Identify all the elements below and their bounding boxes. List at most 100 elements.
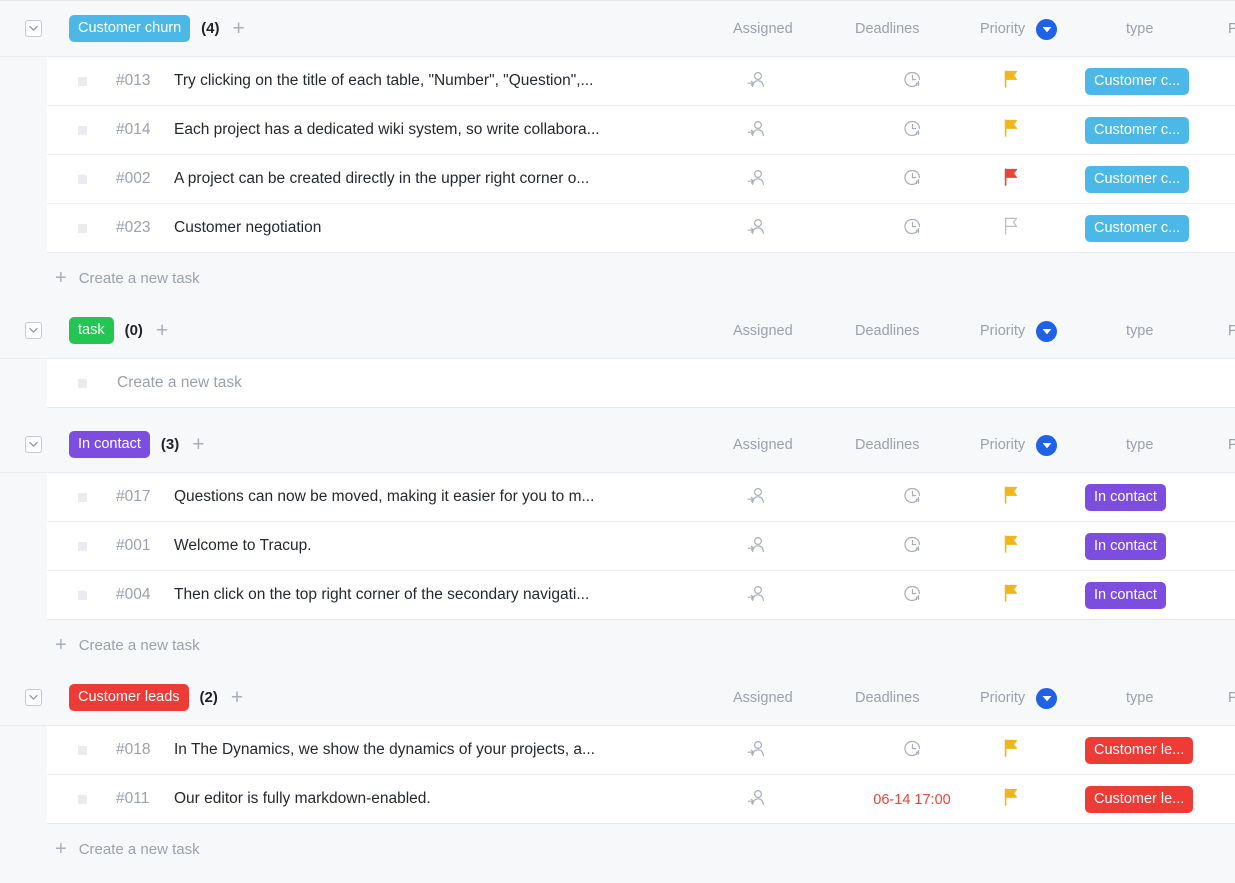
task-priority-cell[interactable]: [1002, 57, 1020, 106]
column-header-assigned[interactable]: Assigned: [733, 417, 793, 473]
priority-flag-icon[interactable]: [1002, 534, 1020, 559]
task-priority-cell[interactable]: [1002, 473, 1020, 522]
table-row[interactable]: #018 In The Dynamics, we show the dynamic…: [47, 726, 1235, 775]
task-priority-cell[interactable]: [1002, 571, 1020, 620]
task-title[interactable]: In The Dynamics, we show the dynamics of…: [174, 741, 595, 759]
assign-user-icon[interactable]: [747, 535, 766, 559]
clock-icon[interactable]: [903, 119, 922, 143]
task-deadline-cell[interactable]: [847, 106, 977, 155]
column-header-partial[interactable]: Pa: [1228, 1, 1235, 57]
task-deadline-cell[interactable]: [847, 473, 977, 522]
task-select-checkbox[interactable]: [78, 541, 87, 551]
task-assigned-cell[interactable]: [747, 726, 766, 775]
task-title[interactable]: Customer negotiation: [174, 219, 321, 237]
task-select-checkbox[interactable]: [78, 492, 87, 502]
task-type-cell[interactable]: Customer c...: [1085, 106, 1190, 155]
task-deadline-text[interactable]: 06-14 17:00: [873, 792, 950, 808]
sort-descending-icon[interactable]: [1036, 687, 1058, 709]
task-type-badge[interactable]: Customer c...: [1085, 165, 1190, 194]
task-title[interactable]: Questions can now be moved, making it ea…: [174, 488, 594, 506]
task-deadline-cell[interactable]: [847, 155, 977, 204]
task-assigned-cell[interactable]: [747, 571, 766, 620]
assign-user-icon[interactable]: [747, 739, 766, 763]
table-row[interactable]: #023 Customer negotiation Customer c...: [47, 204, 1235, 253]
create-new-task-button[interactable]: + Create a new task: [0, 253, 1235, 303]
priority-flag-icon[interactable]: [1002, 583, 1020, 608]
task-type-cell[interactable]: In contact: [1085, 473, 1166, 522]
column-header-priority[interactable]: Priority: [980, 670, 1058, 726]
task-select-checkbox[interactable]: [78, 794, 87, 804]
group-collapse-toggle[interactable]: [25, 436, 42, 453]
task-title[interactable]: Welcome to Tracup.: [174, 537, 312, 555]
task-priority-cell[interactable]: [1002, 522, 1020, 571]
task-type-badge[interactable]: In contact: [1085, 532, 1166, 561]
column-header-deadlines[interactable]: Deadlines: [855, 417, 920, 473]
priority-flag-icon[interactable]: [1002, 787, 1020, 812]
task-deadline-cell[interactable]: [847, 204, 977, 253]
task-deadline-cell[interactable]: [847, 522, 977, 571]
group-add-task-button[interactable]: +: [192, 434, 204, 455]
sort-descending-icon[interactable]: [1036, 434, 1058, 456]
priority-flag-icon[interactable]: [1002, 738, 1020, 763]
table-row[interactable]: #017 Questions can now be moved, making i…: [47, 473, 1235, 522]
assign-user-icon[interactable]: [747, 788, 766, 812]
task-type-badge[interactable]: In contact: [1085, 581, 1166, 610]
group-collapse-toggle[interactable]: [25, 20, 42, 37]
task-assigned-cell[interactable]: [747, 473, 766, 522]
clock-icon[interactable]: [903, 739, 922, 763]
task-type-cell[interactable]: In contact: [1085, 571, 1166, 620]
clock-icon[interactable]: [903, 535, 922, 559]
task-assigned-cell[interactable]: [747, 204, 766, 253]
group-name-badge[interactable]: Customer leads: [69, 683, 189, 712]
task-type-badge[interactable]: Customer le...: [1085, 785, 1194, 814]
clock-icon[interactable]: [903, 217, 922, 241]
group-name-badge[interactable]: In contact: [69, 430, 150, 459]
task-assigned-cell[interactable]: [747, 775, 766, 824]
task-title[interactable]: A project can be created directly in the…: [174, 170, 589, 188]
task-title[interactable]: Try clicking on the title of each table,…: [174, 72, 593, 90]
task-type-badge[interactable]: Customer c...: [1085, 67, 1190, 96]
priority-flag-icon[interactable]: [1002, 216, 1020, 241]
create-new-task-button[interactable]: + Create a new task: [0, 620, 1235, 670]
table-row[interactable]: #004 Then click on the top right corner o…: [47, 571, 1235, 620]
clock-icon[interactable]: [903, 584, 922, 608]
column-header-priority[interactable]: Priority: [980, 417, 1058, 473]
create-new-task-button[interactable]: + Create a new task: [0, 824, 1235, 874]
empty-create-task-row[interactable]: Create a new task: [47, 359, 1235, 408]
column-header-type[interactable]: type: [1126, 1, 1153, 57]
column-header-deadlines[interactable]: Deadlines: [855, 303, 920, 359]
clock-icon[interactable]: [903, 486, 922, 510]
task-select-checkbox[interactable]: [78, 223, 87, 233]
group-collapse-toggle[interactable]: [25, 689, 42, 706]
task-type-cell[interactable]: Customer c...: [1085, 204, 1190, 253]
task-priority-cell[interactable]: [1002, 726, 1020, 775]
task-type-badge[interactable]: Customer c...: [1085, 214, 1190, 243]
task-assigned-cell[interactable]: [747, 522, 766, 571]
column-header-deadlines[interactable]: Deadlines: [855, 670, 920, 726]
task-type-badge[interactable]: In contact: [1085, 483, 1166, 512]
priority-flag-icon[interactable]: [1002, 69, 1020, 94]
task-priority-cell[interactable]: [1002, 106, 1020, 155]
task-select-checkbox[interactable]: [78, 590, 87, 600]
task-title[interactable]: Then click on the top right corner of th…: [174, 586, 589, 604]
column-header-assigned[interactable]: Assigned: [733, 1, 793, 57]
task-priority-cell[interactable]: [1002, 775, 1020, 824]
table-row[interactable]: #014 Each project has a dedicated wiki sy…: [47, 106, 1235, 155]
task-deadline-cell[interactable]: [847, 571, 977, 620]
task-title[interactable]: Each project has a dedicated wiki system…: [174, 121, 600, 139]
task-deadline-cell[interactable]: [847, 726, 977, 775]
priority-flag-icon[interactable]: [1002, 485, 1020, 510]
task-assigned-cell[interactable]: [747, 57, 766, 106]
column-header-partial[interactable]: Pa: [1228, 670, 1235, 726]
task-type-badge[interactable]: Customer le...: [1085, 736, 1194, 765]
column-header-assigned[interactable]: Assigned: [733, 670, 793, 726]
column-header-assigned[interactable]: Assigned: [733, 303, 793, 359]
task-type-cell[interactable]: Customer le...: [1085, 775, 1194, 824]
table-row[interactable]: #011 Our editor is fully markdown-enabled…: [47, 775, 1235, 824]
task-select-checkbox[interactable]: [78, 378, 87, 388]
task-type-cell[interactable]: Customer le...: [1085, 726, 1194, 775]
assign-user-icon[interactable]: [747, 168, 766, 192]
assign-user-icon[interactable]: [747, 70, 766, 94]
task-priority-cell[interactable]: [1002, 204, 1020, 253]
table-row[interactable]: #001 Welcome to Tracup. In contact: [47, 522, 1235, 571]
